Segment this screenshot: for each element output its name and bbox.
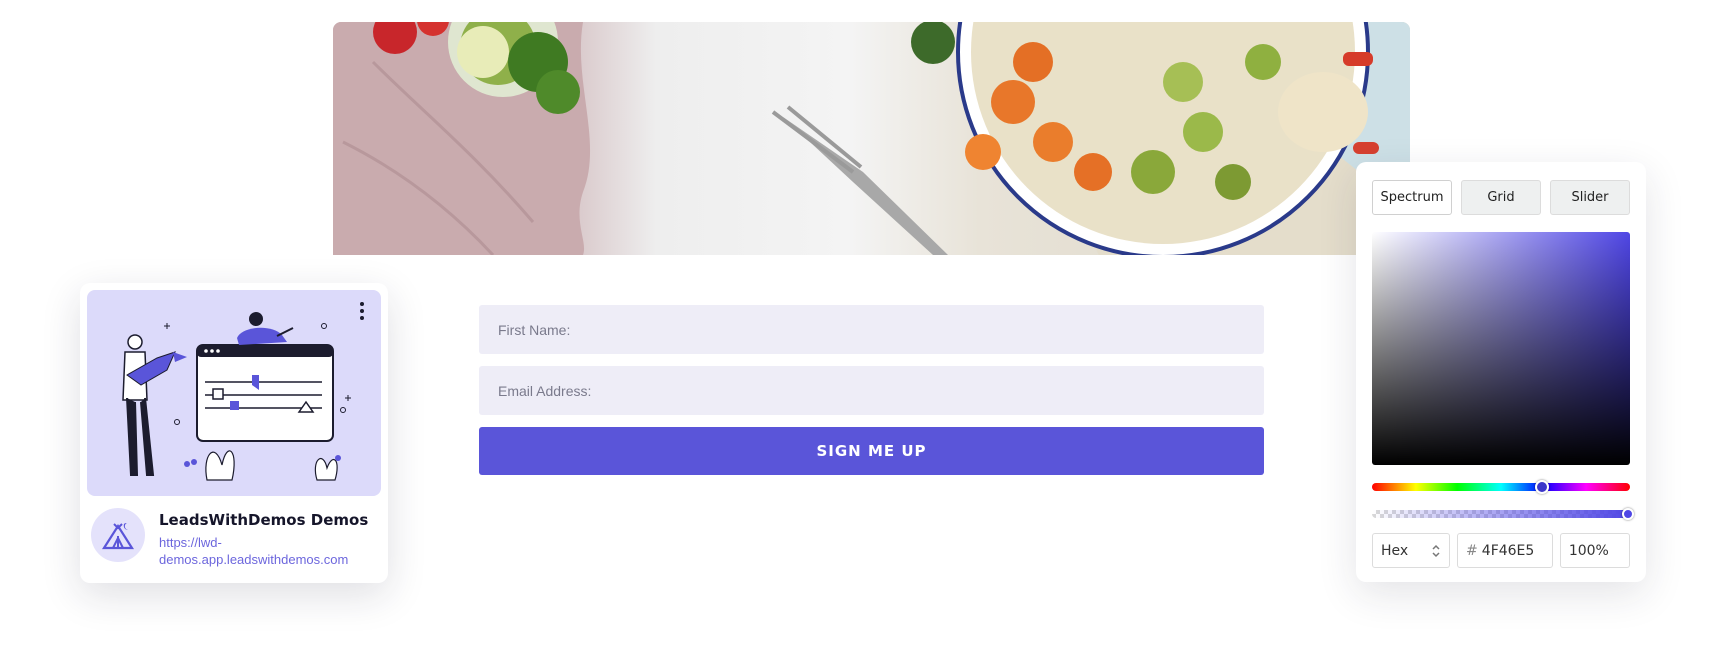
color-spectrum-area[interactable]: [1372, 232, 1630, 465]
tab-slider[interactable]: Slider: [1550, 180, 1630, 215]
color-picker-tabs: Spectrum Grid Slider: [1372, 180, 1630, 215]
color-picker: Spectrum Grid Slider Hex #: [1356, 162, 1646, 582]
opacity-slider-thumb[interactable]: [1622, 508, 1634, 520]
kebab-icon[interactable]: [357, 300, 367, 324]
demo-card-illustration: [87, 290, 381, 496]
demo-card[interactable]: LeadsWithDemos Demos https://lwd- demos.…: [80, 283, 388, 583]
color-mode-value: Hex: [1381, 542, 1409, 559]
color-inputs: Hex #: [1372, 533, 1630, 568]
opacity-slider[interactable]: [1372, 508, 1634, 520]
email-field[interactable]: [479, 366, 1264, 415]
presenter-illustration-icon: [122, 312, 351, 481]
hero-food-image: [333, 22, 1410, 255]
hex-input[interactable]: #: [1457, 533, 1553, 568]
demo-card-title: LeadsWithDemos Demos: [159, 511, 369, 529]
demo-card-url-line1: https://lwd-: [159, 535, 222, 550]
color-mode-select[interactable]: Hex: [1372, 533, 1451, 568]
sign-me-up-button[interactable]: SIGN ME UP: [479, 427, 1264, 475]
hex-value-input[interactable]: [1481, 542, 1544, 559]
hex-prefix: #: [1466, 542, 1478, 559]
demo-card-url[interactable]: https://lwd- demos.app.leadswithdemos.co…: [159, 534, 377, 568]
opacity-value-input[interactable]: [1568, 542, 1621, 559]
tab-spectrum[interactable]: Spectrum: [1372, 180, 1452, 215]
chevron-updown-icon: [1432, 544, 1440, 557]
hue-slider[interactable]: [1372, 480, 1630, 494]
demo-card-footer: LeadsWithDemos Demos https://lwd- demos.…: [87, 496, 381, 568]
tent-logo-icon: [91, 508, 145, 562]
opacity-input[interactable]: [1559, 533, 1630, 568]
hue-slider-thumb[interactable]: [1535, 480, 1549, 494]
signup-form: SIGN ME UP: [479, 305, 1264, 475]
demo-card-url-line2: demos.app.leadswithdemos.com: [159, 552, 349, 567]
food-photo-illustration: [333, 22, 1410, 255]
tab-grid[interactable]: Grid: [1461, 180, 1541, 215]
first-name-field[interactable]: [479, 305, 1264, 354]
